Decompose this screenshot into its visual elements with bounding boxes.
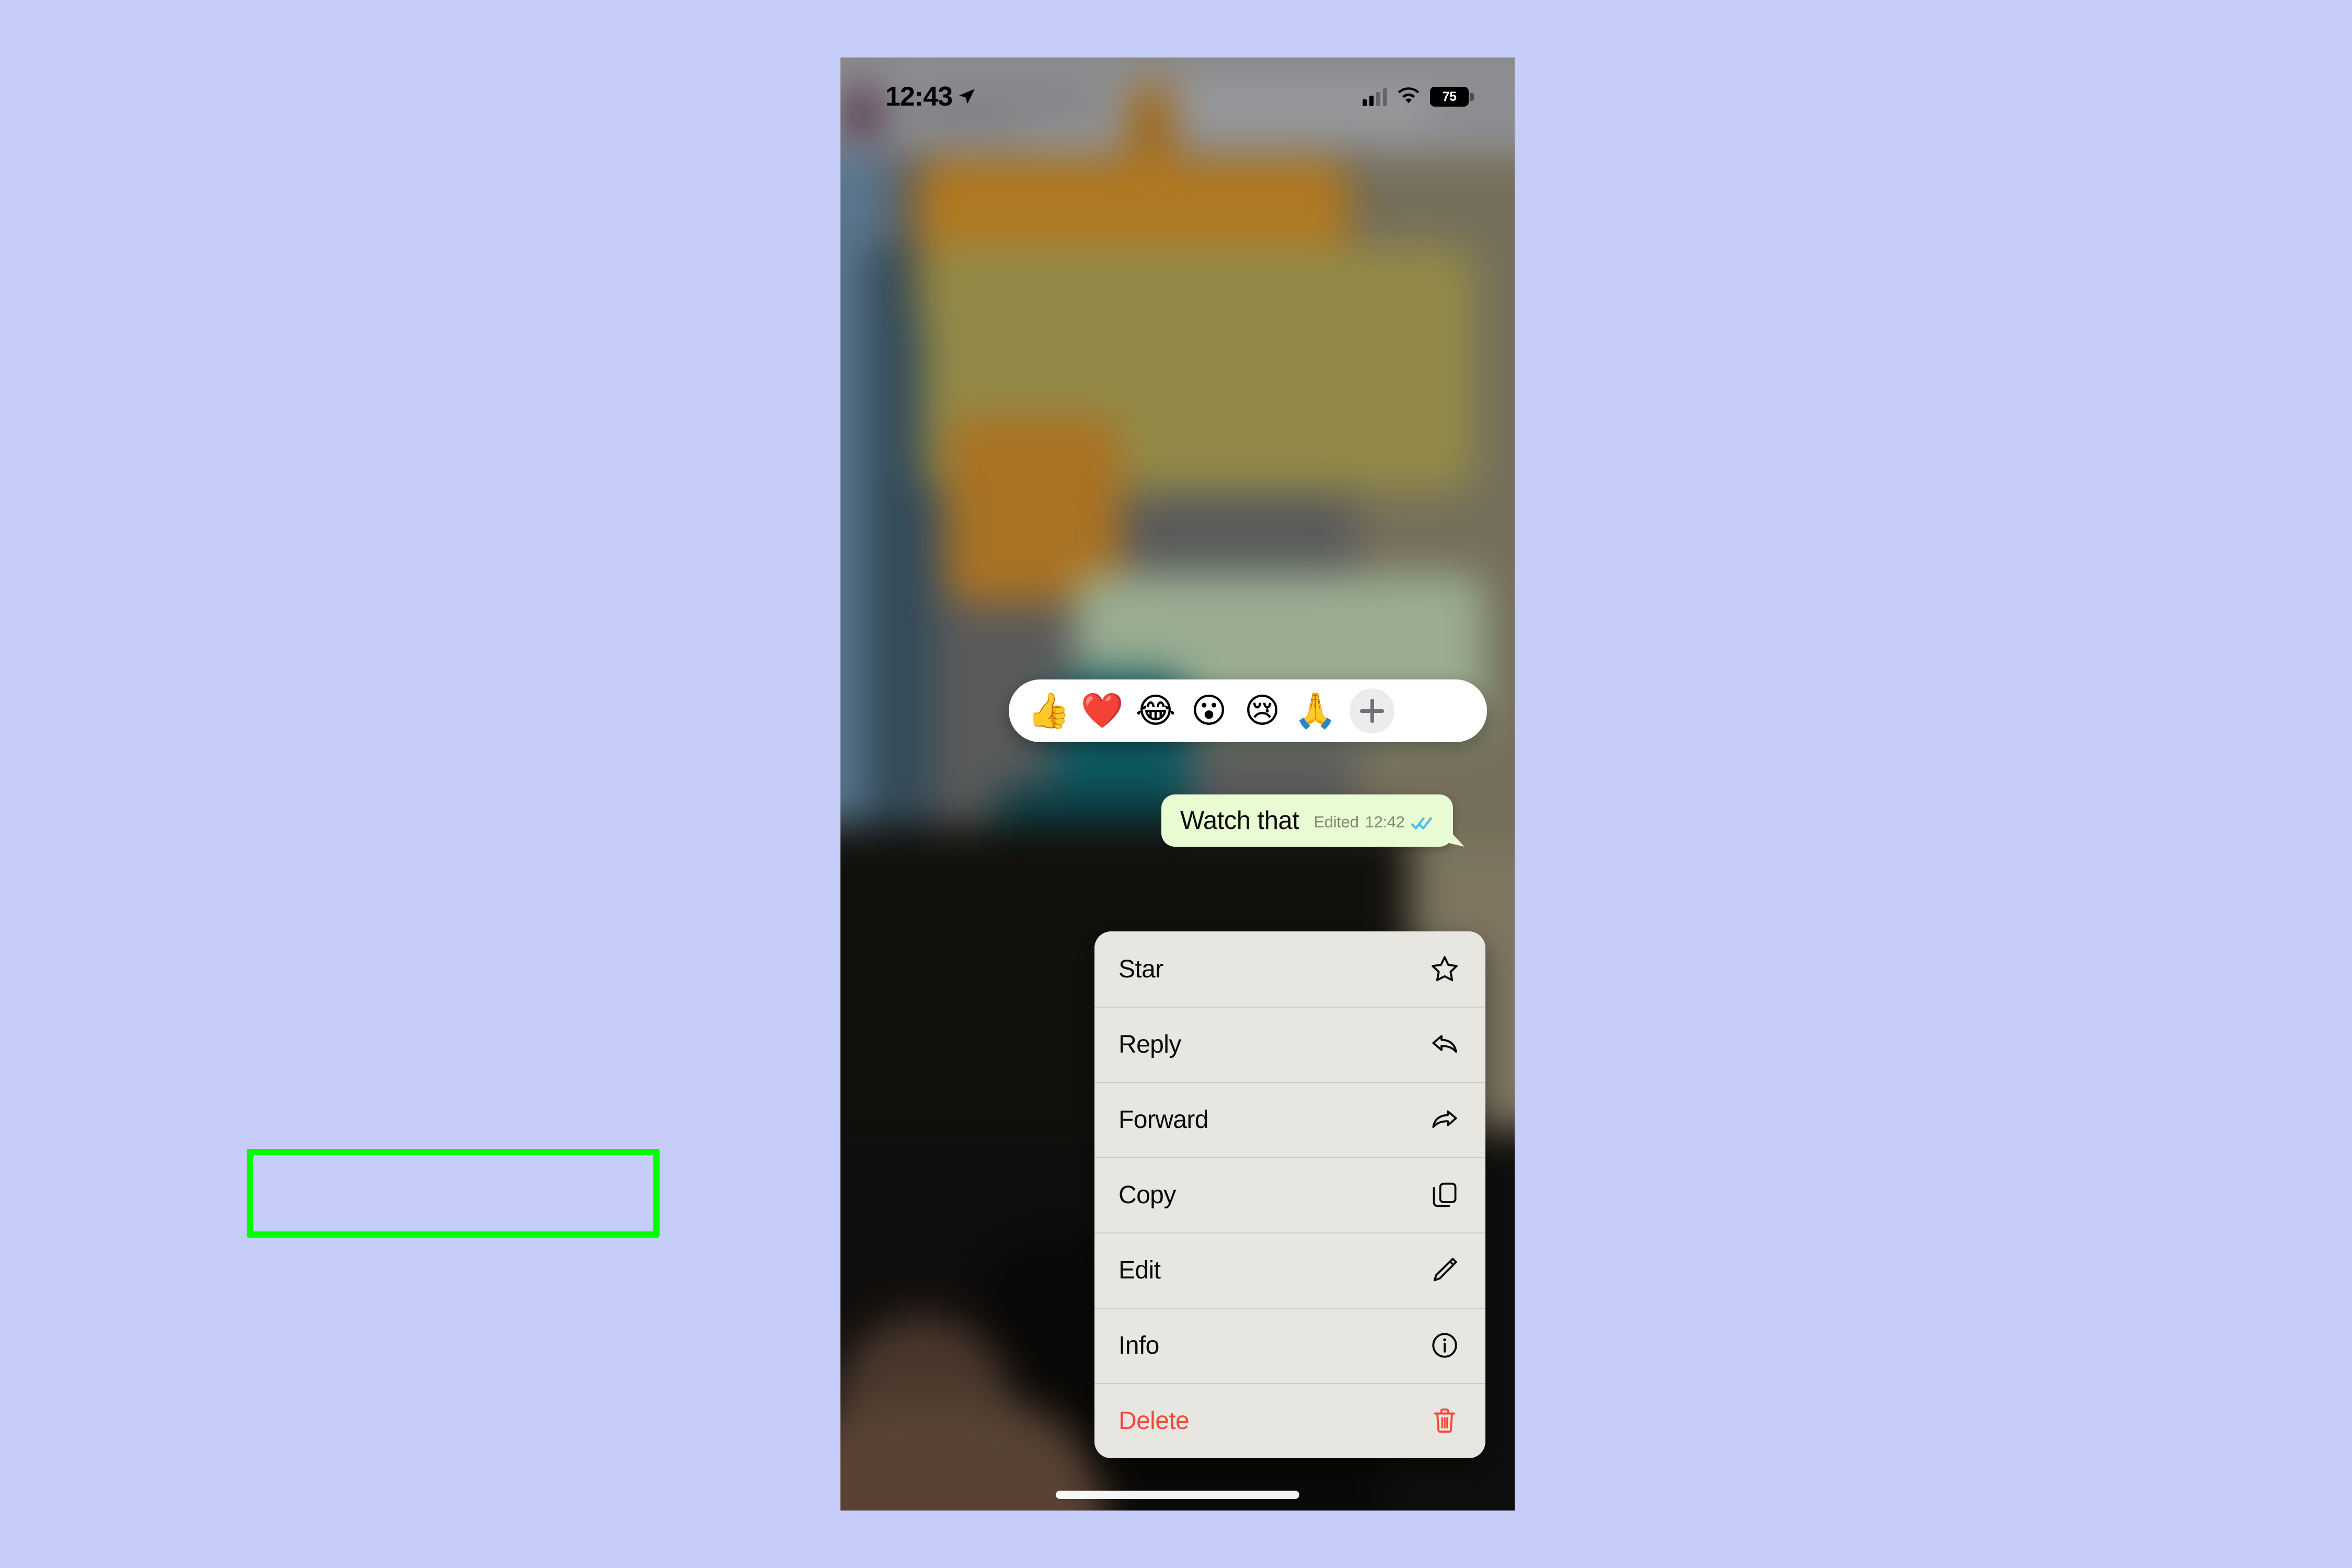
message-bubble-outgoing[interactable]: Watch that Edited 12:42 bbox=[1161, 794, 1453, 847]
battery-icon: 75 bbox=[1430, 87, 1474, 107]
pencil-icon bbox=[1429, 1254, 1460, 1286]
reaction-face-with-tears-of-joy-icon[interactable]: 😂 bbox=[1133, 688, 1178, 733]
menu-item-star-label: Star bbox=[1119, 955, 1163, 983]
message-text: Watch that bbox=[1180, 806, 1299, 835]
menu-item-info[interactable]: Info bbox=[1094, 1308, 1485, 1383]
emoji-reaction-bar[interactable]: 👍 ❤️ 😂 😮 😢 🙏 bbox=[1009, 679, 1487, 742]
status-bar-clock: 12:43 bbox=[885, 82, 953, 112]
status-bar-left: 12:43 bbox=[885, 81, 976, 112]
add-reaction-button[interactable] bbox=[1350, 688, 1394, 733]
status-bar-right: 75 bbox=[1363, 87, 1474, 107]
reaction-crying-face-icon[interactable]: 😢 bbox=[1240, 688, 1285, 733]
location-arrow-icon bbox=[958, 87, 976, 106]
reaction-face-with-open-mouth-icon[interactable]: 😮 bbox=[1186, 688, 1231, 733]
double-check-read-icon bbox=[1411, 816, 1435, 832]
menu-item-copy[interactable]: Copy bbox=[1094, 1157, 1485, 1232]
copy-icon bbox=[1429, 1179, 1460, 1210]
home-indicator[interactable] bbox=[1056, 1491, 1299, 1499]
message-timestamp: 12:42 bbox=[1365, 813, 1405, 831]
menu-item-delete[interactable]: Delete bbox=[1094, 1383, 1485, 1458]
menu-item-info-label: Info bbox=[1119, 1331, 1159, 1359]
message-edited-label: Edited bbox=[1313, 813, 1359, 831]
reaction-thumbs-up-icon[interactable]: 👍 bbox=[1027, 688, 1071, 733]
reaction-heart-icon[interactable]: ❤️ bbox=[1080, 688, 1125, 733]
message-context-menu[interactable]: Star Reply Forward Copy Edit Info Delete bbox=[1094, 931, 1485, 1458]
menu-item-forward[interactable]: Forward bbox=[1094, 1082, 1485, 1157]
reaction-folded-hands-icon[interactable]: 🙏 bbox=[1293, 688, 1338, 733]
page-canvas: 12:43 75 👍 ❤️ 😂 😮 😢 🙏 Watch that Edited … bbox=[0, 0, 2352, 1568]
menu-item-reply[interactable]: Reply bbox=[1094, 1007, 1485, 1082]
forward-icon bbox=[1429, 1104, 1460, 1135]
star-icon bbox=[1429, 953, 1460, 985]
menu-item-copy-label: Copy bbox=[1119, 1181, 1176, 1209]
menu-item-star[interactable]: Star bbox=[1094, 931, 1485, 1007]
message-meta: Edited 12:42 bbox=[1313, 813, 1435, 835]
info-icon bbox=[1429, 1330, 1460, 1361]
reply-icon bbox=[1429, 1029, 1460, 1060]
status-bar: 12:43 75 bbox=[840, 57, 1515, 136]
menu-item-edit[interactable]: Edit bbox=[1094, 1232, 1485, 1308]
trash-icon bbox=[1429, 1405, 1460, 1436]
menu-item-edit-label: Edit bbox=[1119, 1256, 1161, 1284]
wifi-icon bbox=[1398, 87, 1420, 107]
menu-item-reply-label: Reply bbox=[1119, 1030, 1181, 1058]
edit-highlight-box bbox=[247, 1149, 660, 1238]
battery-level-label: 75 bbox=[1442, 89, 1457, 104]
menu-item-forward-label: Forward bbox=[1119, 1105, 1208, 1134]
phone-screen: 12:43 75 👍 ❤️ 😂 😮 😢 🙏 Watch that Edited … bbox=[840, 57, 1515, 1511]
cellular-signal-icon bbox=[1363, 87, 1387, 106]
menu-item-delete-label: Delete bbox=[1119, 1406, 1190, 1435]
